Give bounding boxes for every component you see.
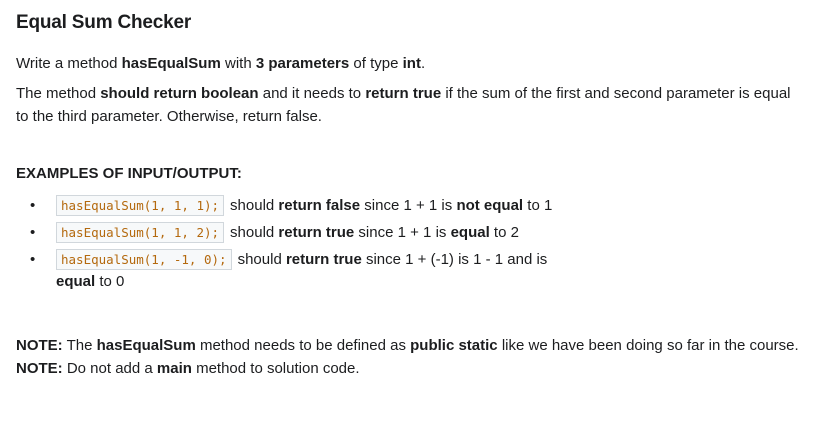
example-bold: return false <box>278 197 361 214</box>
note-bold: public static <box>410 337 498 354</box>
example-bold: equal <box>56 273 96 290</box>
intro-paragraph-2: The method should return boolean and it … <box>16 82 801 128</box>
code-snippet: hasEqualSum(1, -1, 0); <box>56 249 232 270</box>
example-text: since 1 + (-1) is 1 - 1 and is <box>361 251 548 268</box>
example-bold: return true <box>285 251 362 268</box>
note-bold: hasEqualSum <box>96 337 196 354</box>
note-text: method to solution code. <box>191 360 360 377</box>
code-snippet: hasEqualSum(1, 1, 2); <box>56 222 225 243</box>
list-item: • hasEqualSum(1, -1, 0); should return tru… <box>16 249 576 293</box>
method-name: hasEqualSum <box>121 55 221 72</box>
return-type: should return boolean <box>100 85 259 102</box>
note-text: Do not add a <box>62 360 157 377</box>
example-bold: not equal <box>456 197 524 214</box>
bullet-icon: • <box>30 251 36 268</box>
example-text: to 1 <box>523 197 553 214</box>
example-text: to 2 <box>489 224 519 241</box>
example-text: should <box>237 251 286 268</box>
code-snippet: hasEqualSum(1, 1, 1); <box>56 195 225 216</box>
example-text: since 1 + 1 is <box>354 224 451 241</box>
param-type: int <box>402 55 421 72</box>
example-text: should <box>230 197 279 214</box>
example-text: to 0 <box>95 273 125 290</box>
page-title: Equal Sum Checker <box>16 12 192 33</box>
intro-text: and it needs to <box>258 85 366 102</box>
examples-heading: EXAMPLES OF INPUT/OUTPUT: <box>16 165 242 182</box>
return-true: return true <box>365 85 442 102</box>
note-bold: main <box>156 360 192 377</box>
note-label: NOTE: <box>16 337 63 354</box>
example-bold: return true <box>278 224 355 241</box>
note-label: NOTE: <box>16 360 63 377</box>
intro-text: . <box>420 55 426 72</box>
note-text: like we have been doing so far in the co… <box>497 337 799 354</box>
example-text: should <box>230 224 279 241</box>
intro-text: The method <box>16 85 101 102</box>
note-text: The <box>62 337 97 354</box>
intro-text: of type <box>349 55 403 72</box>
list-item: • hasEqualSum(1, 1, 1); should return fals… <box>16 195 716 217</box>
example-bold: equal <box>450 224 490 241</box>
note-text: method needs to be defined as <box>195 337 411 354</box>
note-1: NOTE: The hasEqualSum method needs to be… <box>16 334 801 357</box>
bullet-icon: • <box>30 197 36 214</box>
intro-text: with <box>220 55 256 72</box>
notes-section: NOTE: The hasEqualSum method needs to be… <box>16 334 801 380</box>
param-count: 3 parameters <box>255 55 350 72</box>
examples-list: • hasEqualSum(1, 1, 1); should return fals… <box>16 195 716 298</box>
intro-text: Write a method <box>16 55 122 72</box>
intro-paragraph-1: Write a method hasEqualSum with 3 parame… <box>16 52 801 75</box>
list-item: • hasEqualSum(1, 1, 2); should return true… <box>16 222 716 244</box>
example-text: since 1 + 1 is <box>360 197 457 214</box>
note-2: NOTE: Do not add a main method to soluti… <box>16 357 801 380</box>
bullet-icon: • <box>30 224 36 241</box>
